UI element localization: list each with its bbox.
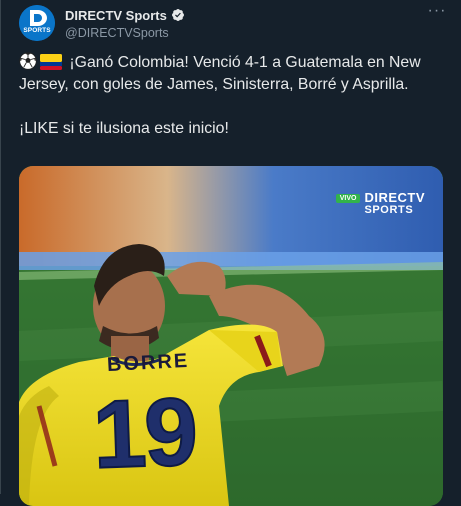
broadcast-logo-line2: SPORTS <box>364 204 414 216</box>
more-horizontal-icon: ··· <box>427 2 447 19</box>
tweet-media-image[interactable]: VIVO DIRECTV SPORTS BORRE 19 <box>19 166 443 506</box>
tweet-body-line1: ¡Ganó Colombia! Venció 4-1 a Guatemala e… <box>19 54 421 93</box>
directv-logo-icon <box>19 5 55 41</box>
soccer-ball-icon <box>19 52 37 70</box>
more-options-button[interactable]: ··· <box>427 3 447 20</box>
tweet-card[interactable]: SPORTS DIRECTV Sports @DIRECTVSports ··· <box>0 0 461 506</box>
display-name[interactable]: DIRECTV Sports <box>65 8 167 23</box>
broadcast-logo-line1: DIRECTV <box>364 190 425 205</box>
tweet-body-line2: ¡LIKE si te ilusiona este inicio! <box>19 120 229 137</box>
tweet-header: DIRECTV Sports @DIRECTVSports <box>65 6 445 40</box>
broadcast-logo: VIVO DIRECTV SPORTS <box>335 190 425 216</box>
photo-scene <box>19 166 443 506</box>
live-badge: VIVO <box>335 194 361 203</box>
user-handle[interactable]: @DIRECTVSports <box>65 26 445 40</box>
verified-badge-icon <box>171 9 184 21</box>
tweet-text: ¡Ganó Colombia! Venció 4-1 a Guatemala e… <box>19 52 439 140</box>
colombia-flag-icon <box>40 54 62 70</box>
jersey-name: BORRE <box>106 349 190 377</box>
avatar-label: SPORTS <box>23 27 51 34</box>
avatar[interactable]: SPORTS <box>19 5 55 41</box>
jersey-number: 19 <box>90 377 198 490</box>
